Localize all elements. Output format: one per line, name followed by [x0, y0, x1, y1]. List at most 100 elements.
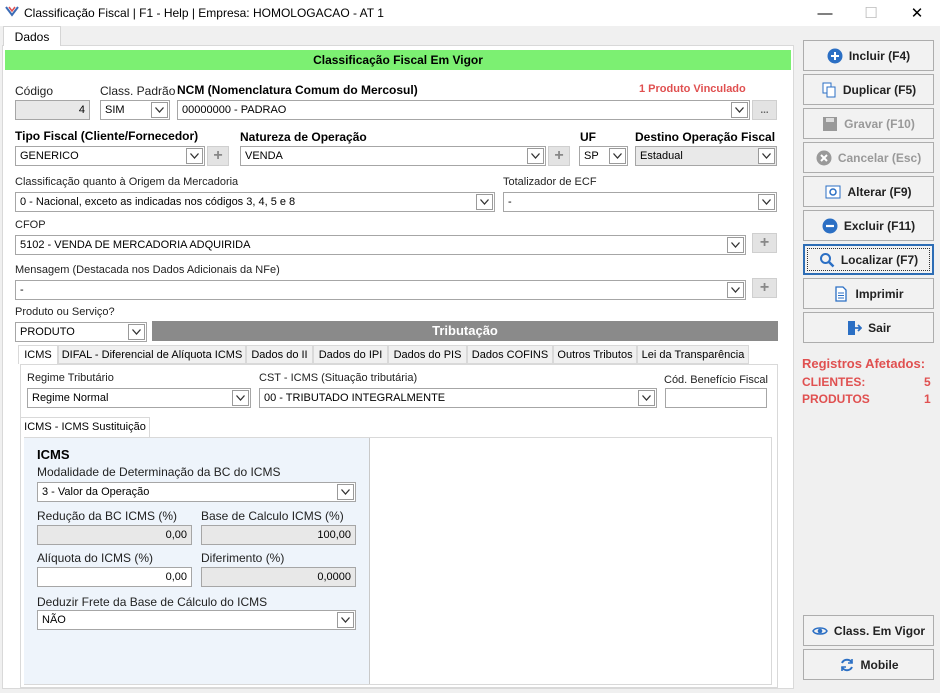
window-title: Classificação Fiscal | F1 - Help | Empre…	[24, 6, 384, 20]
ncm-label: NCM (Nomenclatura Comum do Mercosul)	[177, 83, 418, 97]
origem-label: Classificação quanto à Origem da Mercado…	[15, 176, 239, 188]
chevron-down-icon[interactable]	[337, 484, 354, 500]
add-tipo-fiscal-button[interactable]: +	[207, 146, 229, 166]
tab-outros-tributos[interactable]: Outros Tributos	[553, 345, 637, 364]
ecf-select[interactable]: -	[503, 192, 777, 212]
eye-icon	[812, 623, 828, 639]
incluir-label: Incluir (F4)	[848, 48, 911, 63]
search-icon	[819, 252, 835, 268]
cst-label: CST - ICMS (Situação tributária)	[259, 372, 418, 384]
mensagem-label: Mensagem (Destacada nos Dados Adicionais…	[15, 264, 280, 276]
chevron-down-icon[interactable]	[527, 148, 544, 164]
tab-difal[interactable]: DIFAL - Diferencial de Alíquota ICMS	[58, 345, 246, 364]
tab-dados-ii[interactable]: Dados do II	[246, 345, 313, 364]
modalidade-value: 3 - Valor da Operação	[42, 486, 150, 498]
chevron-down-icon[interactable]	[731, 102, 748, 118]
chevron-down-icon[interactable]	[727, 282, 744, 298]
class-vigor-button[interactable]: Class. Em Vigor	[803, 615, 934, 646]
cfop-select[interactable]: 5102 - VENDA DE MERCADORIA ADQUIRIDA	[15, 235, 746, 255]
excluir-button[interactable]: Excluir (F11)	[803, 210, 934, 241]
edit-icon	[825, 184, 841, 200]
class-padrao-value: SIM	[105, 104, 125, 116]
ncm-search-button[interactable]: ...	[752, 100, 777, 120]
localizar-label: Localizar (F7)	[840, 252, 919, 267]
chevron-down-icon[interactable]	[128, 324, 145, 340]
add-cfop-button[interactable]: +	[752, 233, 777, 253]
class-vigor-label: Class. Em Vigor	[833, 623, 926, 638]
destino-select[interactable]: Estadual	[635, 146, 777, 166]
tab-dados[interactable]: Dados	[3, 26, 61, 46]
tab-icms[interactable]: ICMS	[18, 345, 58, 364]
class-padrao-label: Class. Padrão	[100, 84, 176, 98]
tipo-fiscal-label: Tipo Fiscal (Cliente/Fornecedor)	[15, 129, 199, 143]
duplicar-label: Duplicar (F5)	[842, 82, 917, 97]
diferimento-label: Diferimento (%)	[201, 551, 285, 565]
cancelar-button: Cancelar (Esc)	[803, 142, 934, 173]
tab-dados-cofins[interactable]: Dados COFINS	[467, 345, 553, 364]
frete-select[interactable]: NÃO	[37, 610, 356, 630]
refresh-icon	[839, 657, 855, 673]
cfop-label: CFOP	[15, 219, 46, 231]
registros-title: Registros Afetados:	[802, 356, 926, 371]
tipo-fiscal-select[interactable]: GENERICO	[15, 146, 205, 166]
chevron-down-icon[interactable]	[727, 237, 744, 253]
app-logo-icon	[5, 5, 19, 19]
destino-label: Destino Operação Fiscal	[635, 130, 776, 144]
modalidade-select[interactable]: 3 - Valor da Operação	[37, 482, 356, 502]
alterar-label: Alterar (F9)	[847, 184, 912, 199]
base-field[interactable]: 100,00	[201, 525, 356, 545]
origem-value: 0 - Nacional, exceto as indicadas nos có…	[20, 196, 296, 208]
add-mensagem-button[interactable]: +	[752, 278, 777, 298]
chevron-down-icon[interactable]	[186, 148, 203, 164]
tab-dados-ipi[interactable]: Dados do IPI	[313, 345, 388, 364]
localizar-button[interactable]: Localizar (F7)	[803, 244, 934, 275]
mobile-button[interactable]: Mobile	[803, 649, 934, 680]
cst-select[interactable]: 00 - TRIBUTADO INTEGRALMENTE	[259, 388, 657, 408]
beneficio-input[interactable]	[665, 388, 767, 408]
add-natureza-button[interactable]: +	[548, 146, 570, 166]
reducao-field[interactable]: 0,00	[37, 525, 192, 545]
regime-select[interactable]: Regime Normal	[27, 388, 251, 408]
cancel-icon	[816, 150, 832, 166]
ncm-select[interactable]: 00000000 - PADRAO	[177, 100, 750, 120]
imprimir-button[interactable]: Imprimir	[803, 278, 934, 309]
chevron-down-icon[interactable]	[609, 148, 626, 164]
chevron-down-icon[interactable]	[758, 194, 775, 210]
cfop-value: 5102 - VENDA DE MERCADORIA ADQUIRIDA	[20, 239, 251, 251]
codigo-field[interactable]: 4	[15, 100, 90, 120]
mensagem-select[interactable]: -	[15, 280, 746, 300]
tab-icms-sustituicao[interactable]: ICMS - ICMS Sustituição	[20, 417, 150, 437]
ncm-vinculado-link[interactable]: 1 Produto Vinculado	[639, 83, 746, 95]
alterar-button[interactable]: Alterar (F9)	[803, 176, 934, 207]
aliquota-input[interactable]: 0,00	[37, 567, 192, 587]
ecf-label: Totalizador de ECF	[503, 176, 597, 188]
tab-dados-pis[interactable]: Dados do PIS	[388, 345, 467, 364]
chevron-down-icon[interactable]	[232, 390, 249, 406]
diferimento-field[interactable]: 0,0000	[201, 567, 356, 587]
chevron-down-icon[interactable]	[758, 148, 775, 164]
gravar-button: Gravar (F10)	[803, 108, 934, 139]
regime-value: Regime Normal	[32, 392, 109, 404]
tab-lei-transparencia[interactable]: Lei da Transparência	[637, 345, 749, 364]
chevron-down-icon[interactable]	[638, 390, 655, 406]
tipo-fiscal-value: GENERICO	[20, 150, 79, 162]
chevron-down-icon[interactable]	[476, 194, 493, 210]
incluir-button[interactable]: Incluir (F4)	[803, 40, 934, 71]
chevron-down-icon[interactable]	[337, 612, 354, 628]
regime-label: Regime Tributário	[27, 372, 114, 384]
natureza-select[interactable]: VENDA	[240, 146, 546, 166]
duplicar-button[interactable]: Duplicar (F5)	[803, 74, 934, 105]
ecf-value: -	[508, 196, 512, 208]
add-circle-icon	[827, 48, 843, 64]
origem-select[interactable]: 0 - Nacional, exceto as indicadas nos có…	[15, 192, 495, 212]
modalidade-label: Modalidade de Determinação da BC do ICMS	[37, 465, 281, 479]
natureza-label: Natureza de Operação	[240, 130, 367, 144]
produtos-label: PRODUTOS	[802, 392, 870, 406]
close-button[interactable]: ✕	[894, 0, 940, 26]
uf-label: UF	[580, 130, 596, 144]
minimize-button[interactable]: —	[802, 0, 848, 26]
sair-button[interactable]: Sair	[803, 312, 934, 343]
frete-value: NÃO	[42, 614, 66, 626]
produto-value: PRODUTO	[20, 326, 75, 338]
chevron-down-icon[interactable]	[151, 102, 168, 118]
